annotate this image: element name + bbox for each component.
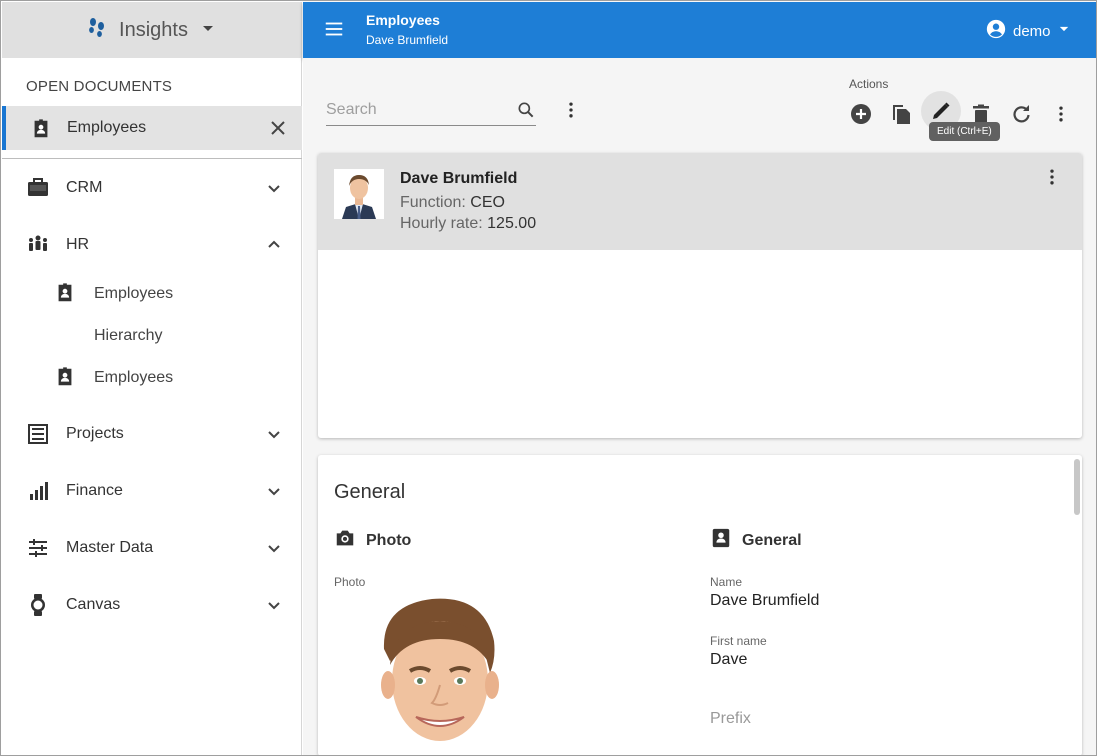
- edit-tooltip: Edit (Ctrl+E): [929, 122, 1000, 141]
- divider: [2, 158, 302, 159]
- name-value[interactable]: Dave Brumfield: [710, 592, 819, 610]
- employee-function: Function: CEO: [400, 194, 505, 212]
- search-field[interactable]: Search: [326, 96, 536, 126]
- record-row[interactable]: Dave Brumfield Function: CEO Hourly rate…: [318, 153, 1082, 250]
- list-icon: [26, 422, 50, 451]
- people-icon: [26, 233, 50, 262]
- prefix-field[interactable]: Prefix: [710, 710, 751, 728]
- open-documents-label: OPEN DOCUMENTS: [26, 78, 173, 95]
- nav-item-hr[interactable]: HR: [2, 225, 302, 265]
- chevron-down-icon: [262, 422, 286, 451]
- nav-label: Master Data: [66, 539, 154, 556]
- nav-label: Employees: [94, 285, 174, 302]
- app-switcher[interactable]: Insights: [2, 2, 301, 58]
- search-icon[interactable]: [516, 100, 536, 125]
- nav-item-crm[interactable]: CRM: [2, 168, 302, 208]
- nav-item-projects[interactable]: Projects: [2, 414, 302, 454]
- app-title: Insights: [119, 18, 188, 41]
- sidebar: Insights OPEN DOCUMENTS Employees CRM HR…: [2, 2, 302, 755]
- briefcase-icon: [26, 176, 50, 205]
- nav-item-hr-employees-2[interactable]: Employees: [2, 358, 302, 398]
- badge-icon: [30, 118, 52, 145]
- menu-icon[interactable]: [323, 18, 345, 45]
- rate-label: Hourly rate:: [400, 215, 483, 232]
- open-document-employees[interactable]: Employees: [2, 106, 302, 150]
- actions-label: Actions: [849, 77, 889, 91]
- photo-section-header: Photo: [334, 527, 411, 554]
- record-list-card: Dave Brumfield Function: CEO Hourly rate…: [318, 153, 1082, 438]
- general-section-title: General: [742, 531, 802, 549]
- chevron-down-icon: [262, 593, 286, 622]
- caret-down-icon: [1057, 22, 1071, 40]
- copy-button[interactable]: [883, 96, 919, 132]
- footsteps-icon: [85, 16, 109, 45]
- nav-item-finance[interactable]: Finance: [2, 471, 302, 511]
- camera-icon: [334, 527, 356, 554]
- nav-label: Finance: [66, 482, 123, 499]
- add-button[interactable]: [843, 96, 879, 132]
- page-subtitle: Dave Brumfield: [366, 33, 449, 47]
- app-window: Insights OPEN DOCUMENTS Employees CRM HR…: [0, 0, 1097, 756]
- record-more-icon[interactable]: [1042, 167, 1062, 192]
- refresh-button[interactable]: [1003, 96, 1039, 132]
- account-icon: [985, 18, 1007, 44]
- function-value: CEO: [470, 194, 505, 211]
- name-label: Name: [710, 575, 743, 589]
- caret-down-icon: [198, 18, 218, 43]
- badge-icon: [710, 527, 732, 554]
- photo-label: Photo: [334, 575, 366, 589]
- nav-item-canvas[interactable]: Canvas: [2, 585, 302, 625]
- rate-value: 125.00: [487, 215, 537, 232]
- employee-thumbnail: [334, 169, 384, 219]
- employee-hourly-rate: Hourly rate: 125.00: [400, 215, 536, 233]
- nav-label: HR: [66, 236, 90, 253]
- search-more-icon[interactable]: [561, 100, 581, 125]
- user-name: demo: [1013, 22, 1051, 40]
- chevron-down-icon: [262, 536, 286, 565]
- first-name-label: First name: [710, 634, 767, 648]
- watch-icon: [26, 593, 50, 622]
- open-document-label: Employees: [67, 119, 147, 136]
- more-actions-icon[interactable]: [1043, 96, 1079, 132]
- badge-icon: [54, 366, 76, 393]
- chevron-down-icon: [262, 176, 286, 205]
- chevron-up-icon: [262, 233, 286, 262]
- nav-label: Projects: [66, 425, 124, 442]
- user-menu[interactable]: demo: [985, 18, 1071, 44]
- badge-icon: [54, 282, 76, 309]
- header-bar: Employees Dave Brumfield demo: [303, 2, 1096, 58]
- general-section-header: General: [710, 527, 802, 554]
- detail-card: General Photo General Photo Name Dave Br…: [318, 455, 1082, 755]
- chart-icon: [26, 479, 50, 508]
- nav-item-hr-hierarchy[interactable]: Hierarchy: [2, 316, 302, 356]
- nav-label: CRM: [66, 179, 103, 196]
- employee-photo[interactable]: [366, 589, 516, 749]
- employee-name: Dave Brumfield: [400, 170, 518, 187]
- nav-label: Canvas: [66, 596, 121, 613]
- search-input[interactable]: Search: [326, 101, 377, 119]
- nav-item-hr-employees[interactable]: Employees: [2, 274, 302, 314]
- nav-label: Employees: [94, 369, 174, 386]
- photo-section-title: Photo: [366, 531, 412, 549]
- sliders-icon: [26, 536, 50, 565]
- close-icon[interactable]: [268, 118, 288, 143]
- function-label: Function:: [400, 194, 466, 211]
- nav-label: Hierarchy: [94, 327, 163, 344]
- nav-item-master-data[interactable]: Master Data: [2, 528, 302, 568]
- main-content: Search Actions Edit (Ctrl+E) Dave Brumfi…: [303, 58, 1096, 755]
- chevron-down-icon: [262, 479, 286, 508]
- scrollbar[interactable]: [1074, 459, 1080, 515]
- page-title: Employees: [366, 12, 440, 28]
- first-name-value[interactable]: Dave: [710, 651, 747, 669]
- detail-title: General: [334, 481, 406, 503]
